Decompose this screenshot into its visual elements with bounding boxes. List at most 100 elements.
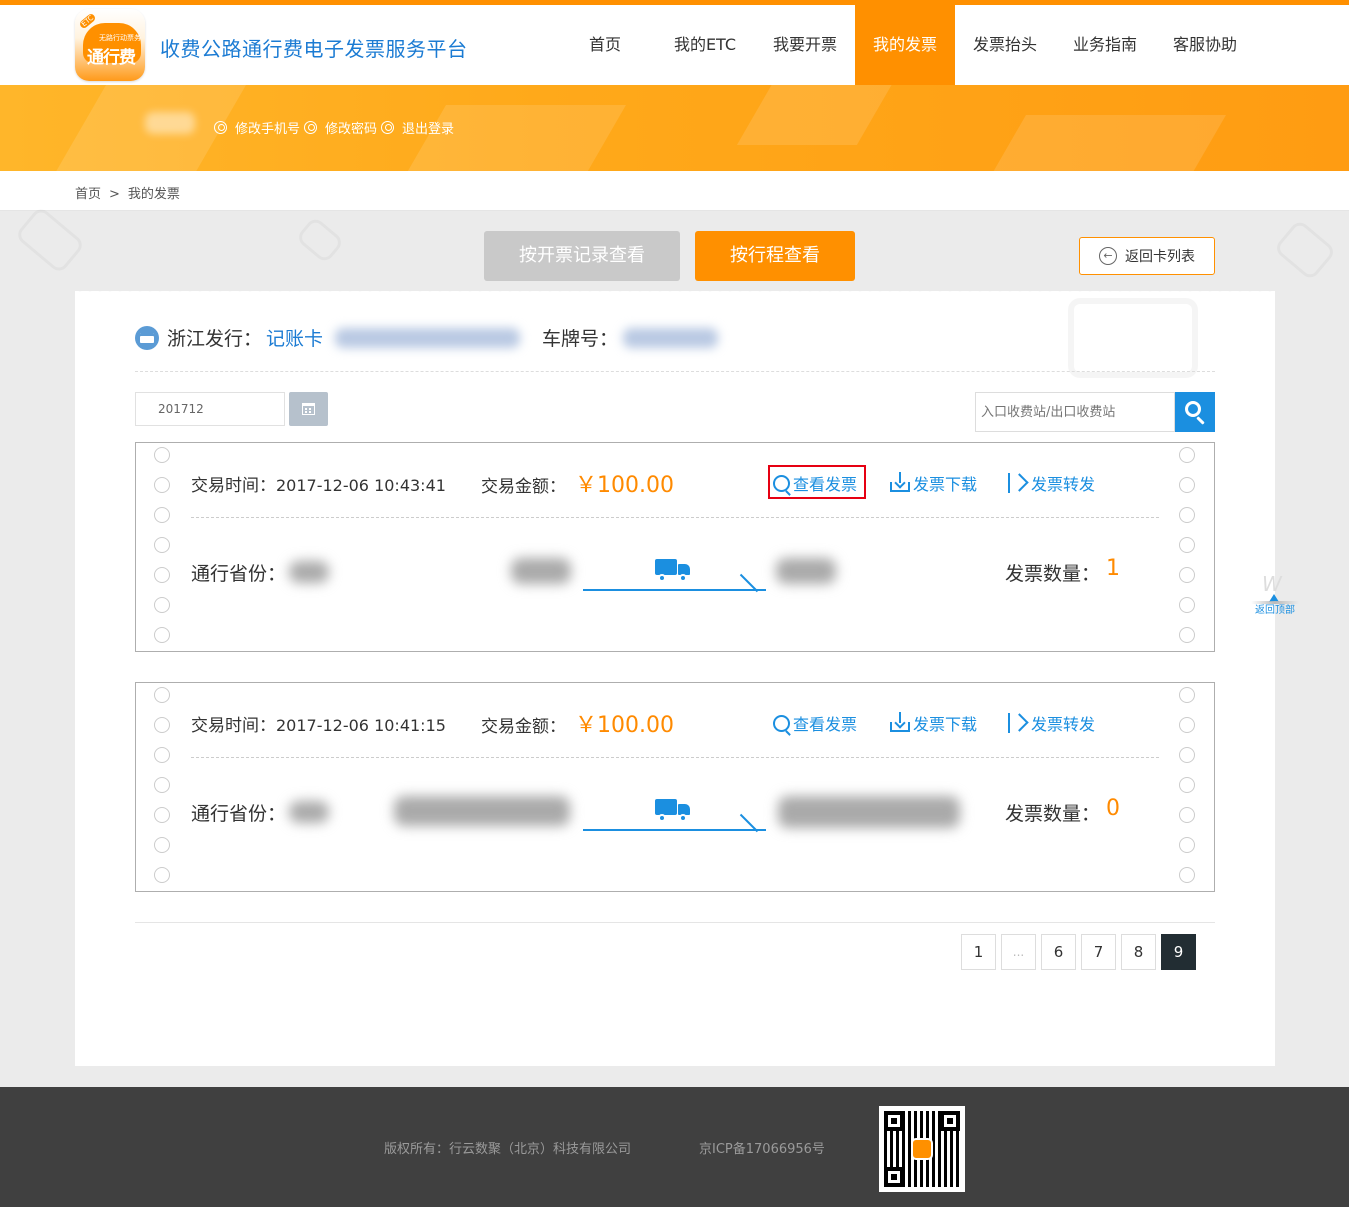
breadcrumb-current: 我的发票 bbox=[127, 187, 180, 202]
trade-amount-value: ￥100.00 bbox=[575, 713, 674, 738]
page-ellipsis: ... bbox=[1001, 934, 1036, 970]
nav-item-home[interactable]: 首页 bbox=[555, 5, 655, 85]
breadcrumb-home[interactable]: 首页 bbox=[75, 187, 101, 202]
change-password-label: 修改密码 bbox=[325, 122, 378, 137]
nav-item-my-etc[interactable]: 我的ETC bbox=[655, 5, 755, 85]
download-invoice-label: 发票下载 bbox=[913, 475, 978, 494]
icp-text: 京ICP备17066956号 bbox=[699, 1142, 825, 1157]
logo-brand-text: 通行费 bbox=[87, 48, 136, 68]
invoice-count-label: 发票数量： bbox=[1005, 803, 1101, 825]
page-button[interactable]: 7 bbox=[1081, 934, 1116, 970]
card-icon bbox=[135, 326, 159, 350]
truck-icon bbox=[655, 797, 691, 823]
trade-time-value: 2017-12-06 10:41:15 bbox=[276, 716, 446, 735]
header: ETC 无路行动票务 通行费 收费公路通行费电子发票服务平台 首页 我的ETC … bbox=[0, 5, 1349, 85]
nav-item-my-invoices[interactable]: 我的发票 bbox=[855, 5, 955, 85]
trade-amount-value: ￥100.00 bbox=[575, 473, 674, 498]
back-to-top-decoration: W bbox=[1262, 572, 1282, 596]
user-links: 修改手机号 修改密码 退出登录 bbox=[214, 118, 458, 137]
page-button[interactable]: 1 bbox=[961, 934, 996, 970]
ticket-holes bbox=[1179, 687, 1197, 897]
download-invoice-button[interactable]: 发票下载 bbox=[890, 711, 977, 735]
copyright-text: 版权所有：行云数聚（北京）科技有限公司 bbox=[384, 1142, 632, 1157]
user-icon bbox=[381, 121, 395, 134]
card-issuer-label: 浙江发行： bbox=[167, 328, 263, 350]
logout-label: 退出登录 bbox=[402, 122, 455, 137]
trade-amount-label: 交易金额： bbox=[481, 477, 566, 497]
background-decoration bbox=[14, 205, 86, 274]
site-logo[interactable]: ETC 无路行动票务 通行费 bbox=[75, 9, 145, 81]
nav-item-guide[interactable]: 业务指南 bbox=[1055, 5, 1155, 85]
exit-station-redacted bbox=[778, 796, 960, 828]
view-by-records-button[interactable]: 按开票记录查看 bbox=[484, 231, 680, 281]
forward-invoice-button[interactable]: 发票转发 bbox=[1008, 471, 1095, 495]
pagination-divider bbox=[135, 922, 1215, 923]
arrow-left-icon: ← bbox=[1099, 247, 1117, 265]
province-redacted bbox=[289, 561, 329, 583]
back-to-card-list-label: 返回卡列表 bbox=[1125, 249, 1195, 265]
change-phone-link[interactable]: 修改手机号 bbox=[214, 118, 300, 137]
qr-finder bbox=[940, 1111, 960, 1131]
download-invoice-button[interactable]: 发票下载 bbox=[890, 471, 977, 495]
province-label: 通行省份： bbox=[191, 563, 287, 585]
download-icon bbox=[890, 472, 910, 492]
highlight-box bbox=[768, 465, 866, 499]
download-invoice-label: 发票下载 bbox=[913, 715, 978, 734]
divider bbox=[191, 517, 1159, 518]
trip-record: 交易时间：2017-12-06 10:41:15 交易金额： ￥100.00 查… bbox=[135, 682, 1215, 892]
user-icon bbox=[214, 121, 227, 134]
route-line bbox=[583, 589, 766, 591]
view-invoice-label: 查看发票 bbox=[793, 715, 858, 734]
exit-station-redacted bbox=[776, 558, 836, 584]
page-button-current[interactable]: 9 bbox=[1161, 934, 1196, 970]
province-redacted bbox=[289, 801, 329, 823]
trade-time-value: 2017-12-06 10:43:41 bbox=[276, 476, 446, 495]
ticket-holes bbox=[154, 447, 172, 657]
forward-invoice-button[interactable]: 发票转发 bbox=[1008, 711, 1095, 735]
ticket-holes bbox=[154, 687, 172, 897]
change-password-link[interactable]: 修改密码 bbox=[304, 118, 377, 137]
logout-link[interactable]: 退出登录 bbox=[381, 118, 454, 137]
qr-pattern bbox=[884, 1111, 960, 1187]
view-invoice-button[interactable]: 查看发票 bbox=[773, 711, 857, 735]
qr-finder bbox=[884, 1167, 904, 1187]
nav-item-issue-invoice[interactable]: 我要开票 bbox=[755, 5, 855, 85]
site-title: 收费公路通行费电子发票服务平台 bbox=[160, 37, 468, 61]
user-name-redacted bbox=[145, 112, 195, 134]
banner-shape bbox=[394, 105, 626, 171]
user-banner bbox=[0, 85, 1349, 171]
view-by-trips-button[interactable]: 按行程查看 bbox=[695, 231, 855, 281]
background-decoration bbox=[1273, 219, 1337, 282]
forward-icon bbox=[1008, 713, 1028, 733]
forward-invoice-label: 发票转发 bbox=[1031, 475, 1096, 494]
trade-time: 交易时间：2017-12-06 10:41:15 bbox=[191, 711, 446, 736]
back-to-top-button[interactable]: W 返回顶部 bbox=[1245, 572, 1305, 616]
search-button[interactable] bbox=[1175, 392, 1215, 432]
page-button[interactable]: 8 bbox=[1121, 934, 1156, 970]
station-search-input[interactable] bbox=[975, 392, 1175, 432]
month-picker-input[interactable]: 201712 bbox=[135, 392, 285, 426]
back-to-card-list-button[interactable]: ← 返回卡列表 bbox=[1079, 237, 1215, 275]
banner-shape bbox=[974, 115, 1226, 171]
calendar-icon bbox=[302, 403, 315, 415]
invoice-count-value: 0 bbox=[1106, 796, 1120, 821]
qr-finder bbox=[884, 1111, 904, 1131]
trade-time-label: 交易时间： bbox=[191, 716, 276, 736]
search-icon bbox=[773, 714, 790, 732]
divider bbox=[191, 757, 1159, 758]
invoice-count-label: 发票数量： bbox=[1005, 563, 1101, 585]
nav-item-support[interactable]: 客服协助 bbox=[1155, 5, 1255, 85]
card-number-redacted bbox=[335, 328, 520, 348]
nav-item-invoice-title[interactable]: 发票抬头 bbox=[955, 5, 1055, 85]
entry-station-redacted bbox=[511, 558, 571, 584]
trade-amount-label: 交易金额： bbox=[481, 717, 566, 737]
page-button[interactable]: 6 bbox=[1041, 934, 1076, 970]
forward-icon bbox=[1008, 473, 1028, 493]
qr-code bbox=[879, 1106, 965, 1192]
card-type: 记账卡 bbox=[266, 328, 324, 350]
breadcrumb: 首页 > 我的发票 bbox=[75, 183, 180, 202]
calendar-button[interactable] bbox=[289, 392, 328, 426]
trade-time-label: 交易时间： bbox=[191, 476, 276, 496]
back-to-top-label: 返回顶部 bbox=[1255, 605, 1295, 616]
qr-logo-icon bbox=[911, 1138, 933, 1160]
